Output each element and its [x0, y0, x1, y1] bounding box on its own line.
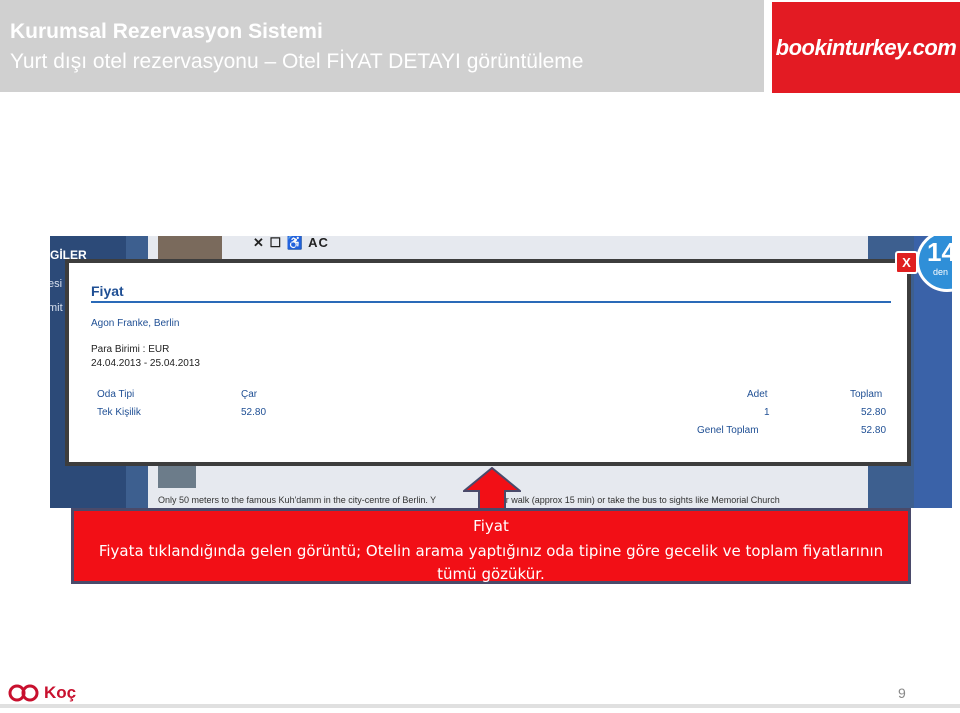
- footer-divider: [0, 704, 960, 708]
- page-number: 9: [898, 685, 906, 701]
- page-subtitle: Yurt dışı otel rezervasyonu – Otel FİYAT…: [10, 50, 584, 73]
- grand-total-value: 52.80: [861, 425, 887, 436]
- col-header-total: Toplam: [850, 389, 883, 400]
- col-header-day: Çar: [241, 389, 258, 400]
- logo-text: bookinturkey.com: [775, 35, 957, 60]
- slide: Kurumsal Rezervasyon Sistemi Yurt dışı o…: [0, 0, 960, 713]
- hotel-thumbnail: [158, 464, 196, 488]
- caption-body: Fiyata tıklandığında gelen görüntü; Otel…: [98, 542, 884, 583]
- header-bar: Kurumsal Rezervasyon Sistemi Yurt dışı o…: [0, 0, 764, 92]
- hotel-name: Agon Franke, Berlin: [91, 318, 180, 329]
- grand-total-label: Genel Toplam: [697, 425, 759, 436]
- hotel-photo: [158, 236, 222, 260]
- col-header-room-type: Oda Tipi: [97, 389, 135, 400]
- caption-title: Fiyat: [473, 517, 509, 535]
- amenity-icons: ✕ ☐ ♿ AC: [253, 236, 329, 250]
- cell-room-type: Tek Kişilik: [97, 407, 141, 418]
- price-popup: Fiyat Agon Franke, Berlin Para Birimi : …: [65, 259, 911, 466]
- page-title: Kurumsal Rezervasyon Sistemi: [10, 20, 323, 43]
- description-right: either walk (approx 15 min) or take the …: [486, 495, 780, 505]
- description-left: Only 50 meters to the famous Kuh'damm in…: [158, 495, 437, 505]
- date-range: 24.04.2013 - 25.04.2013: [91, 358, 200, 369]
- badge-label: den: [933, 267, 949, 277]
- badge-number: 14: [927, 237, 952, 267]
- sidebar-item: esi: [50, 278, 63, 290]
- popup-divider: [91, 301, 891, 303]
- koc-brand: Koç: [44, 683, 77, 702]
- koc-logo-icon: [8, 684, 39, 702]
- cell-count: 1: [764, 407, 770, 418]
- currency-label: Para Birimi : EUR: [91, 344, 170, 355]
- bookinturkey-logo: bookinturkey.com: [772, 2, 960, 93]
- close-button[interactable]: X: [895, 251, 918, 274]
- caption-box: Fiyat Fiyata tıklandığında gelen görüntü…: [71, 508, 911, 584]
- cell-total: 52.80: [861, 407, 887, 418]
- cell-day-price: 52.80: [241, 407, 267, 418]
- col-header-count: Adet: [747, 389, 768, 400]
- popup-title: Fiyat: [91, 283, 124, 299]
- sidebar-item: mit: [50, 302, 63, 314]
